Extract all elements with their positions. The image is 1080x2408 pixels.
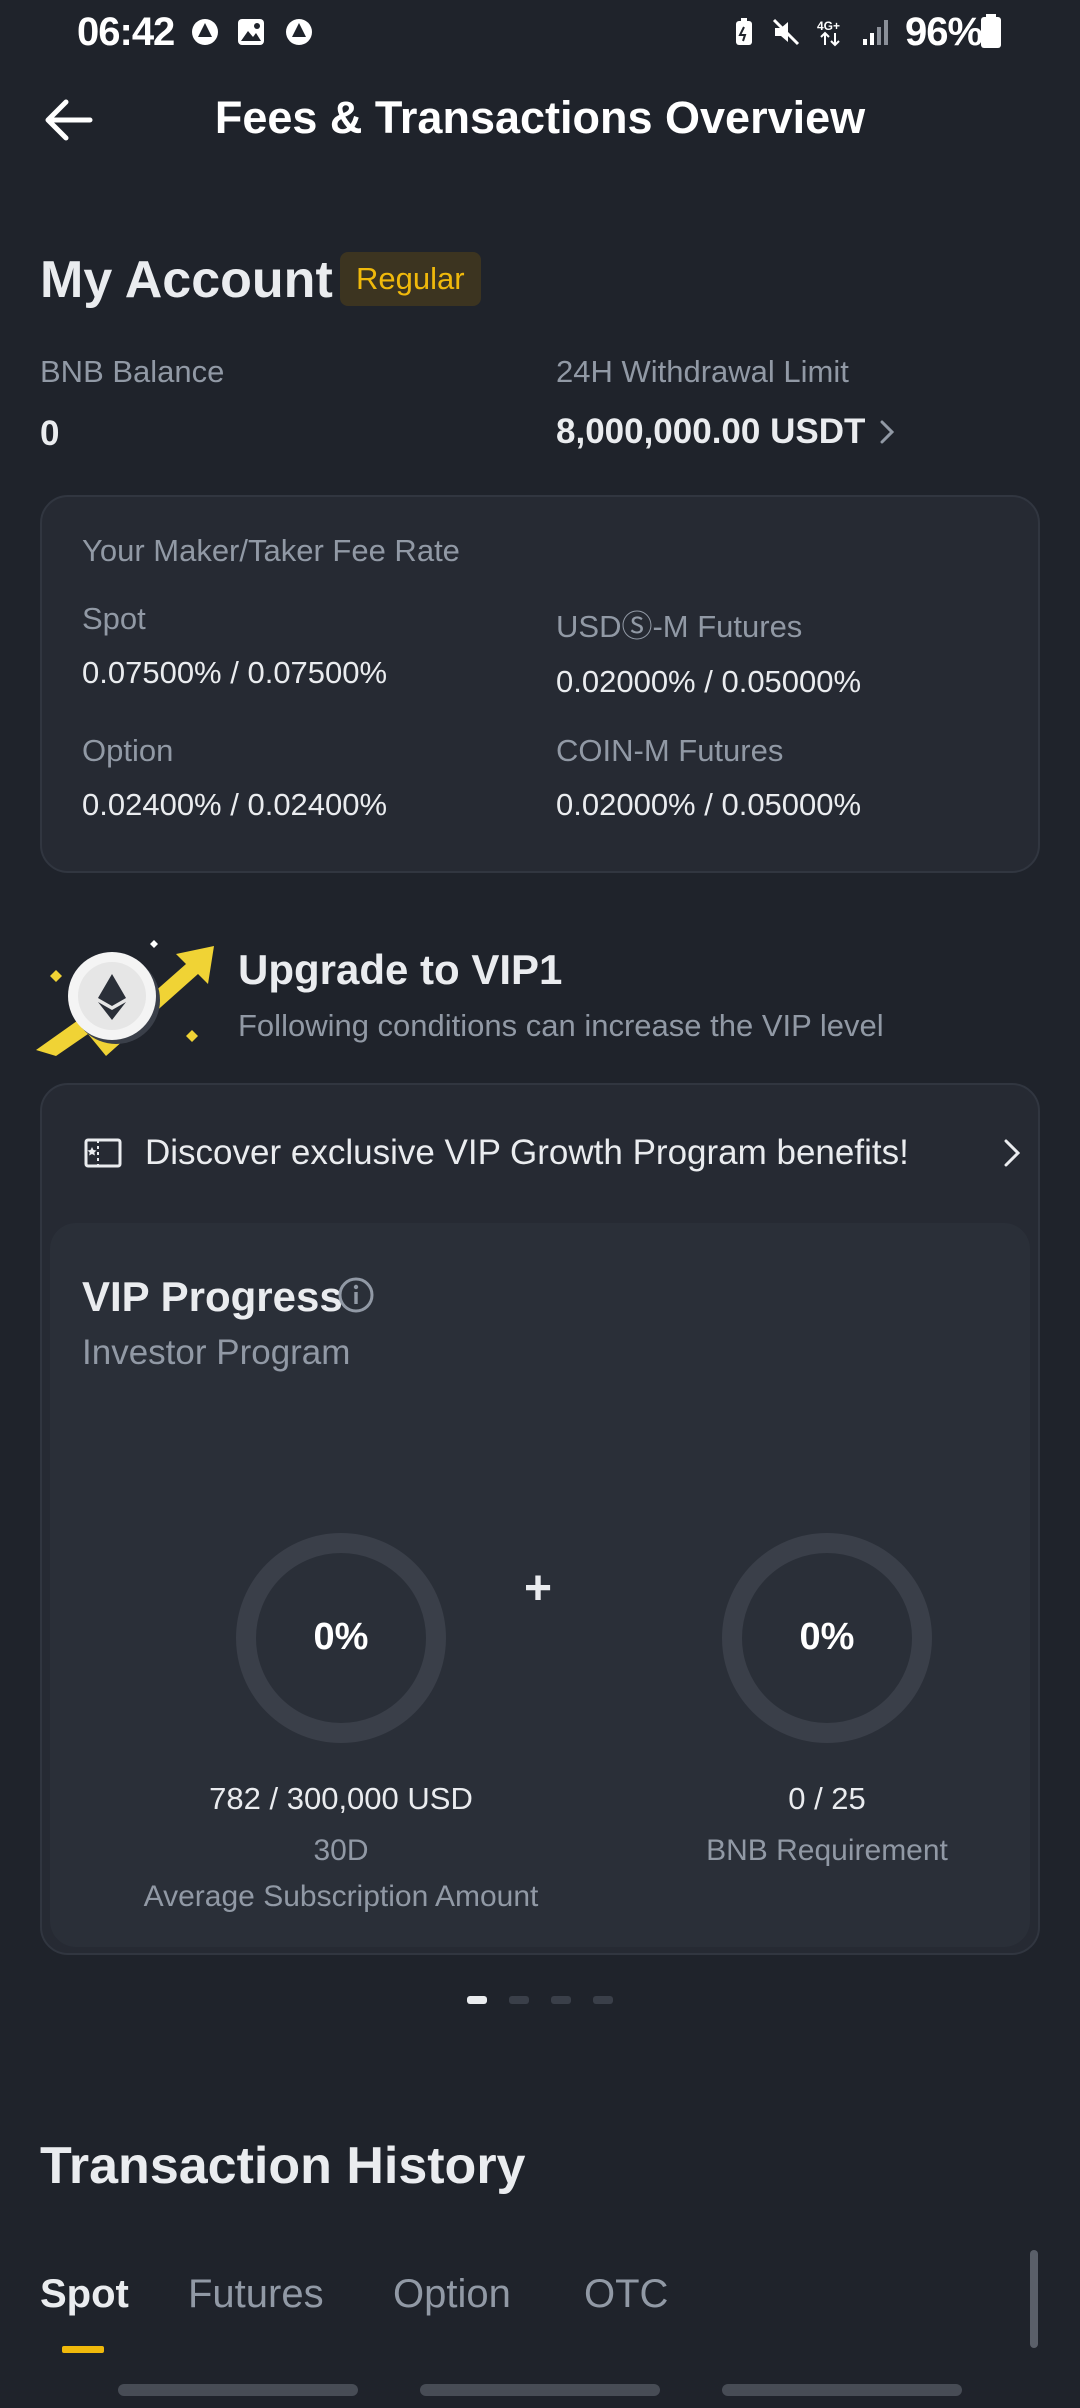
signal-icon	[863, 20, 888, 45]
fee-rate-label: Option	[82, 733, 174, 768]
upgrade-title: Upgrade to VIP1	[238, 946, 563, 993]
vip-growth-banner[interactable]: Discover exclusive VIP Growth Program be…	[42, 1085, 1038, 1221]
fee-rate-label: COIN-M Futures	[556, 733, 784, 768]
withdrawal-limit-link[interactable]: 8,000,000.00 USDT	[556, 412, 895, 452]
loading-placeholder	[118, 2384, 358, 2396]
plus-sign: +	[524, 1562, 553, 1615]
pager-dot[interactable]	[593, 1996, 613, 2004]
loading-placeholder	[722, 2384, 962, 2396]
account-level-badge: Regular	[340, 252, 481, 306]
bnb-balance-value: 0	[40, 414, 60, 453]
carousel-pager	[467, 1996, 613, 2004]
vip-progress-title: VIP Progress	[82, 1273, 343, 1320]
chevron-right-icon	[1004, 1139, 1021, 1167]
tab-otc[interactable]: OTC	[584, 2272, 668, 2317]
status-time: 06:42	[77, 10, 175, 54]
subscription-progress-percent: 0%	[313, 1616, 369, 1658]
loading-placeholder	[420, 2384, 660, 2396]
bnb-caption: 0 / 25 BNB Requirement	[617, 1781, 1037, 1871]
svg-text:4G+: 4G+	[817, 19, 840, 33]
vip-program-card: Discover exclusive VIP Growth Program be…	[40, 1083, 1040, 1955]
subscription-caption: 782 / 300,000 USD 30D Average Subscripti…	[131, 1781, 551, 1923]
account-title: My Account	[40, 251, 333, 309]
withdrawal-limit-value: 8,000,000.00 USDT	[556, 412, 866, 451]
withdrawal-limit-label: 24H Withdrawal Limit	[556, 354, 849, 389]
tab-futures[interactable]: Futures	[188, 2272, 324, 2317]
subscription-caption-text: Average Subscription Amount	[143, 1880, 539, 1913]
subscription-period: 30D	[313, 1834, 369, 1867]
fees-overview-page: 06:42 4G+ 96% Fees & Transactions Overvi…	[0, 0, 1080, 2408]
fee-rate-coinm-futures: COIN-M Futures 0.02000% / 0.05000%	[556, 733, 861, 823]
ticket-icon	[84, 1138, 122, 1168]
scrollbar[interactable]	[1030, 2250, 1038, 2348]
bnb-requirement-amount: 0 / 25	[788, 1781, 866, 1816]
notification-icon	[192, 19, 218, 45]
fee-rate-spot: Spot 0.07500% / 0.07500%	[82, 601, 387, 691]
active-tab-indicator	[62, 2346, 104, 2353]
program-label: Investor Program	[82, 1333, 351, 1372]
bnb-progress-percent: 0%	[799, 1616, 855, 1658]
fee-rate-label: USDⓈ-M Futures	[556, 609, 803, 644]
fee-rate-usdm-futures: USDⓈ-M Futures 0.02000% / 0.05000%	[556, 601, 861, 700]
vip-progress-panel: VIP Progress Investor Program 0% + 0% 78…	[50, 1223, 1030, 1947]
fee-rate-value: 0.07500% / 0.07500%	[82, 655, 388, 690]
fee-rate-option: Option 0.02400% / 0.02400%	[82, 733, 387, 823]
header-bar: Fees & Transactions Overview	[0, 70, 1080, 170]
info-icon[interactable]	[337, 1276, 375, 1314]
fee-rate-label: Spot	[82, 601, 146, 636]
chevron-right-icon	[880, 420, 895, 444]
battery-icon	[981, 14, 1001, 48]
4g-data-icon: 4G+	[817, 19, 840, 47]
gallery-icon	[238, 19, 264, 45]
fee-rate-value: 0.02000% / 0.05000%	[556, 787, 862, 822]
battery-saver-icon	[736, 18, 752, 45]
bnb-requirement-label: BNB Requirement	[706, 1834, 948, 1867]
pager-dot[interactable]	[467, 1996, 487, 2004]
bnb-balance-label: BNB Balance	[40, 354, 225, 389]
fee-rate-value: 0.02000% / 0.05000%	[556, 664, 862, 699]
page-title: Fees & Transactions Overview	[214, 92, 866, 143]
tab-option[interactable]: Option	[393, 2272, 511, 2317]
pager-dot[interactable]	[509, 1996, 529, 2004]
vip-growth-banner-text: Discover exclusive VIP Growth Program be…	[145, 1133, 909, 1172]
tab-spot[interactable]: Spot	[40, 2272, 129, 2317]
mute-icon	[772, 18, 800, 46]
notification-icon	[286, 19, 312, 45]
fee-rate-title: Your Maker/Taker Fee Rate	[82, 533, 460, 568]
fee-rate-value: 0.02400% / 0.02400%	[82, 787, 388, 822]
subscription-amount: 782 / 300,000 USD	[209, 1781, 473, 1816]
transaction-history-title: Transaction History	[40, 2137, 526, 2195]
vip-upgrade-illustration	[36, 940, 214, 1056]
fee-rate-card: Your Maker/Taker Fee Rate Spot 0.07500% …	[40, 495, 1040, 873]
battery-percent: 96%	[905, 10, 983, 54]
upgrade-subtitle: Following conditions can increase the VI…	[238, 1008, 884, 1043]
status-bar: 06:42 4G+ 96%	[0, 0, 1080, 62]
pager-dot[interactable]	[551, 1996, 571, 2004]
